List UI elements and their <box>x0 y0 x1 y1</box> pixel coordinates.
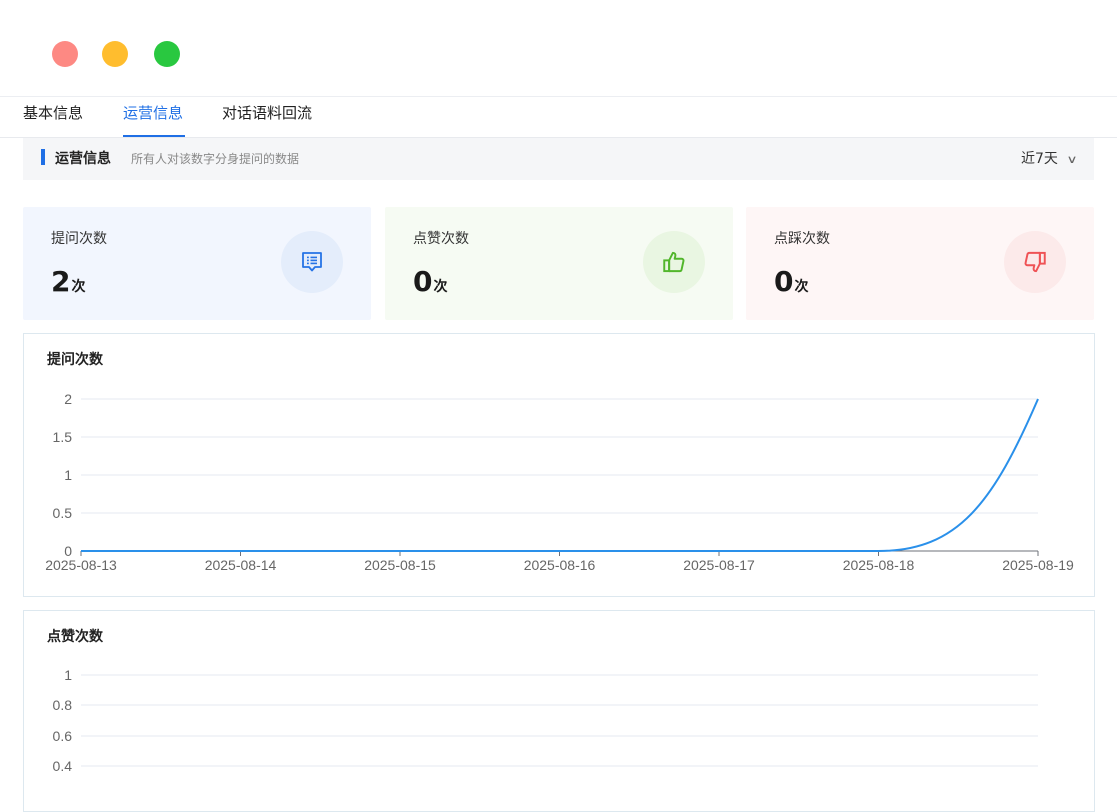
questions-chart-card: 提问次数 0 0.5 1 1.5 2 2025-08-13 2025-08-14 2025-0… <box>23 333 1095 597</box>
tab-dialog-feedback[interactable]: 对话语料回流 <box>222 102 312 123</box>
stat-unit: 次 <box>794 279 809 295</box>
y-tick-label: 1.5 <box>53 429 73 445</box>
stat-number: 2 <box>51 265 71 298</box>
y-tick-label: 0.4 <box>53 758 73 774</box>
thumbs-down-icon <box>1004 231 1066 293</box>
time-range-label: 近7天 <box>1021 151 1058 167</box>
stat-card-dislikes: 点踩次数 0次 <box>746 207 1094 320</box>
tab-operation-info[interactable]: 运营信息 <box>123 102 183 123</box>
stat-label: 提问次数 <box>51 231 107 247</box>
time-range-select[interactable]: 近7天 ∨ <box>1021 148 1078 168</box>
questions-line-chart: 00.511.522025-08-13 2025-08-14 2025-08-15 2… <box>45 391 1074 573</box>
x-tick-label: 2025-08-17 <box>683 557 755 573</box>
tab-basic-info[interactable]: 基本信息 <box>23 102 83 123</box>
stat-unit: 次 <box>433 279 448 295</box>
x-tick-label: 2025-08-19 <box>1002 557 1074 573</box>
stat-label: 点踩次数 <box>774 231 830 247</box>
section-accent-bar <box>41 149 45 165</box>
stat-card-likes: 点赞次数 0次 <box>385 207 733 320</box>
stat-value: 2次 <box>51 265 85 298</box>
list-document-icon <box>281 231 343 293</box>
x-tick-label: 2025-08-16 <box>524 557 596 573</box>
y-tick-label: 1 <box>64 467 72 483</box>
chevron-down-icon: ∨ <box>1066 153 1078 166</box>
window-titlebar <box>0 0 1117 97</box>
y-tick-label: 2 <box>64 391 72 407</box>
likes-chart-card: 点赞次数 0.4 0.6 0.8 1 <box>23 610 1095 812</box>
active-tab-indicator <box>123 135 185 137</box>
y-tick-label: 0.8 <box>53 697 73 713</box>
stat-number: 0 <box>774 265 794 298</box>
thumbs-up-icon <box>643 231 705 293</box>
y-tick-label: 0.5 <box>53 505 73 521</box>
likes-line-chart: 0.4 0.6 0.8 1 <box>53 667 1038 774</box>
x-tick-label: 2025-08-13 <box>45 557 117 573</box>
window-close-button[interactable] <box>52 41 78 67</box>
stat-number: 0 <box>413 265 433 298</box>
window-minimize-button[interactable] <box>102 41 128 67</box>
stat-unit: 次 <box>71 279 86 295</box>
stat-value: 0次 <box>774 265 808 298</box>
stat-label: 点赞次数 <box>413 231 469 247</box>
stat-card-questions: 提问次数 2次 <box>23 207 371 320</box>
section-title: 运营信息 <box>55 151 111 167</box>
x-tick-label: 2025-08-14 <box>205 557 277 573</box>
stat-value: 0次 <box>413 265 447 298</box>
y-tick-label: 0.6 <box>53 728 73 744</box>
y-tick-label: 1 <box>64 667 72 683</box>
section-header: 运营信息 所有人对该数字分身提问的数据 近7天 ∨ <box>23 138 1094 180</box>
window-maximize-button[interactable] <box>154 41 180 67</box>
x-tick-label: 2025-08-18 <box>843 557 915 573</box>
section-subtitle: 所有人对该数字分身提问的数据 <box>131 152 300 166</box>
x-tick-label: 2025-08-15 <box>364 557 436 573</box>
tab-bar: 基本信息 运营信息 对话语料回流 <box>0 96 1117 138</box>
